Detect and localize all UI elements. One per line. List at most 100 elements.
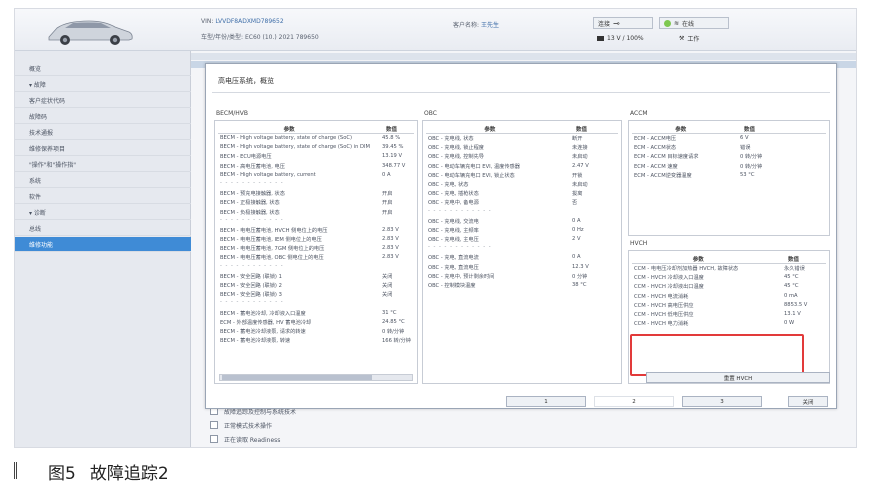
parameter-name: OBC - 充电线, 交流电 (428, 218, 479, 225)
parameter-value: 错误 (740, 145, 751, 152)
table-row[interactable]: BECM - 蓄电池冷却液泵, 请求的转速 0 转/分钟 (218, 327, 414, 336)
table-separator: - - - - - - - - - - - - (218, 217, 414, 226)
table-row[interactable]: OBC - 充电线, 控制先导 未启动 (426, 152, 618, 161)
close-button[interactable]: 关闭 (788, 396, 828, 407)
parameter-name: BECM - 安全回路 (联锁) 2 (220, 283, 282, 289)
scrollbar-thumb[interactable] (222, 375, 372, 380)
sidebar-item-dtc[interactable]: 故障码 (15, 109, 191, 124)
customer-value[interactable]: 王先生 (481, 22, 499, 29)
table-row[interactable]: BECM - 蓄电池冷却液泵, 转速 166 转/分钟 (218, 336, 414, 345)
top-header: VIN: LVVDF8ADXMD789652 车型/年份/类型: EC60 (1… (15, 9, 856, 51)
table-row[interactable]: BECM - High voltage battery, current 0 A (218, 171, 414, 180)
parameter-value: 348.77 V (382, 162, 406, 169)
table-row[interactable]: ECM - ACCM电压 6 V (632, 134, 826, 143)
table-row[interactable]: BECM - 正极接触器, 状态 开启 (218, 198, 414, 207)
vin-value[interactable]: LVVDF8ADXMD789652 (215, 18, 283, 25)
table-row[interactable]: BECM - 蓄电池冷却, 冷却液入口温度 31 °C (218, 309, 414, 318)
parameter-name: BECM - 安全回路 (联锁) 1 (220, 273, 282, 280)
accm-panel-title: ACCM (630, 110, 648, 117)
table-row[interactable]: BECM - 安全回路 (联锁) 1 关闭 (218, 272, 414, 281)
table-row[interactable]: BECM - High voltage battery, state of ch… (218, 143, 414, 152)
page-2-button[interactable]: 2 (594, 396, 674, 407)
parameter-name: BECM - 安全回路 (联锁) 3 (220, 292, 282, 299)
table-row[interactable]: CCM - HVCH 电力消耗 0 W (632, 319, 826, 328)
table-row[interactable]: OBC - 充电线, 主频率 0 Hz (426, 226, 618, 235)
reset-hvch-button[interactable]: 重置 HVCH (646, 372, 830, 383)
table-row[interactable]: ECM - ACCM逆变器温度 53 °C (632, 171, 826, 180)
parameter-value: 未启动 (572, 181, 588, 188)
network-status[interactable]: ≋ 在线 (659, 17, 729, 29)
table-row[interactable]: OBC - 电动车辆充电口 EVI, 温度传感器 2.47 V (426, 162, 618, 171)
vehicle-model: 车型/年份/类型: EC60 (10.) 2021 789650 (201, 34, 319, 41)
parameter-name: - - - - - - - - - - - - (220, 179, 284, 186)
sidebar-item-service-items[interactable]: 维修保养项目 (15, 141, 191, 156)
table-row[interactable]: OBC - 充电, 直流电压 12.3 V (426, 263, 618, 272)
table-row[interactable]: ECM - ACCM 速度 0 转/分钟 (632, 162, 826, 171)
table-row[interactable]: OBC - 充电线, 交流电 0 A (426, 217, 618, 226)
online-indicator-icon (664, 19, 671, 27)
table-row[interactable]: BECM - 预充电接触器, 状态 开启 (218, 189, 414, 198)
parameter-value: 31 °C (382, 309, 397, 316)
table-row[interactable]: CCM - 电电压冷却剂加热器 HVCH, 故障状态 永久错误 (632, 264, 826, 273)
parameter-value: 0 转/分钟 (740, 154, 763, 161)
table-row[interactable]: BECM - 安全回路 (联锁) 3 关闭 (218, 290, 414, 299)
table-row[interactable]: BECM - 负极接触器, 状态 开启 (218, 208, 414, 217)
table-row[interactable]: BECM - 电电压蓄电池, IEM 侧电位上的电压 2.83 V (218, 235, 414, 244)
sidebar-item-technical-bulletins[interactable]: 技术通报 (15, 125, 191, 140)
work-status[interactable]: ⚒ 工作 (675, 32, 729, 44)
table-row[interactable]: OBC - 充电, 状态 未启动 (426, 180, 618, 189)
sidebar-item-operations[interactable]: "操作"和"操作指" (15, 157, 191, 172)
table-row[interactable]: BECM - 电电压蓄电池, 7GM 侧电位上的电压 2.83 V (218, 244, 414, 253)
table-row[interactable]: OBC - 充电, 插枪状态 拔离 (426, 189, 618, 198)
table-row[interactable]: CCM - HVCH 冷却液入口温度 45 °C (632, 273, 826, 282)
becm-horizontal-scrollbar[interactable] (219, 374, 413, 381)
table-row[interactable]: BECM - 电电压蓄电池, OBC 侧电位上的电压 2.83 V (218, 253, 414, 262)
figure-caption: 图5 故障追踪2 (48, 459, 169, 484)
sidebar-item-software[interactable]: 软件 (15, 189, 191, 204)
sidebar: 概览 ▾ 故障 客户症状代码 故障码 技术通报 维修保养项目 "操作"和"操作指… (15, 51, 191, 447)
sidebar-item-faults[interactable]: ▾ 故障 (15, 77, 191, 92)
parameter-value: 断开 (572, 136, 583, 142)
sidebar-item-diagnostics[interactable]: ▾ 诊断 (15, 205, 191, 220)
table-row[interactable]: OBC - 充电线, 锁止程度 未连接 (426, 143, 618, 152)
customer-label: 客户名称: (453, 22, 480, 29)
background-row-2[interactable]: 正常模式技术操作 (210, 420, 272, 430)
table-row[interactable]: CCM - HVCH 高电压供应 8853.5 V (632, 301, 826, 310)
table-row[interactable]: OBC - 电动车辆充电口 EVI, 锁止状态 开锁 (426, 171, 618, 180)
parameter-name: ECM - ACCM 目标速度请求 (634, 154, 699, 161)
table-row[interactable]: ECM - ACCM 目标速度请求 0 转/分钟 (632, 152, 826, 161)
table-row[interactable]: OBC - 充电, 直流电流 0 A (426, 253, 618, 262)
table-row[interactable]: CCM - HVCH 冷却液出口温度 45 °C (632, 282, 826, 291)
table-header: 参数 数值 (632, 124, 826, 134)
parameter-name: - - - - - - - - - - - - (428, 244, 492, 251)
connection-status[interactable]: 连接 ⊸ (593, 17, 653, 29)
parameter-name: BECM - ECU电源电压 (220, 154, 272, 161)
page-1-button[interactable]: 1 (506, 396, 586, 407)
sidebar-item-service-functions[interactable]: 维修功能 (15, 237, 191, 252)
table-row[interactable]: CCM - HVCH 低电压供应 13.1 V (632, 310, 826, 319)
table-row[interactable]: OBC - 充电中, 备电源 否 (426, 198, 618, 207)
table-row[interactable]: BECM - 安全回路 (联锁) 2 关闭 (218, 281, 414, 290)
sidebar-item-system[interactable]: 系统 (15, 173, 191, 188)
table-row[interactable]: ECM - ACCM状态 错误 (632, 143, 826, 152)
page-3-button[interactable]: 3 (682, 396, 762, 407)
sidebar-item-bus[interactable]: 总线 (15, 221, 191, 236)
table-row[interactable]: BECM - 高电压蓄电池, 电压 348.77 V (218, 162, 414, 171)
table-row[interactable]: OBC - 充电线, 状态 断开 (426, 134, 618, 143)
parameter-name: BECM - 电电压蓄电池, 7GM 侧电位上的电压 (220, 246, 325, 253)
table-row[interactable]: ECM - 外部温度传感器, HV 蓄电池冷却 24.85 °C (218, 318, 414, 327)
background-row-3[interactable]: 正在读取 Readiness (210, 434, 280, 444)
table-row[interactable]: CCM - HVCH 电流消耗 0 mA (632, 292, 826, 301)
table-row[interactable]: OBC - 控制模块温度 38 °C (426, 281, 618, 290)
table-row[interactable]: BECM - ECU电源电压 13.19 V (218, 152, 414, 161)
table-row[interactable]: BECM - 电电压蓄电池, HVCH 侧电位上的电压 2.83 V (218, 226, 414, 235)
parameter-name: BECM - 正极接触器, 状态 (220, 200, 280, 207)
table-row[interactable]: BECM - High voltage battery, state of ch… (218, 134, 414, 143)
caption-marker (14, 462, 17, 479)
sidebar-item-customer-symptom-codes[interactable]: 客户症状代码 (15, 93, 191, 108)
table-row[interactable]: OBC - 充电线, 主电压 2 V (426, 235, 618, 244)
table-row[interactable]: OBC - 充电中, 预计剩余时间 0 分钟 (426, 272, 618, 281)
parameter-value: 否 (572, 200, 578, 207)
parameter-name: ECM - ACCM 速度 (634, 163, 678, 170)
sidebar-item-overview[interactable]: 概览 (15, 61, 191, 76)
